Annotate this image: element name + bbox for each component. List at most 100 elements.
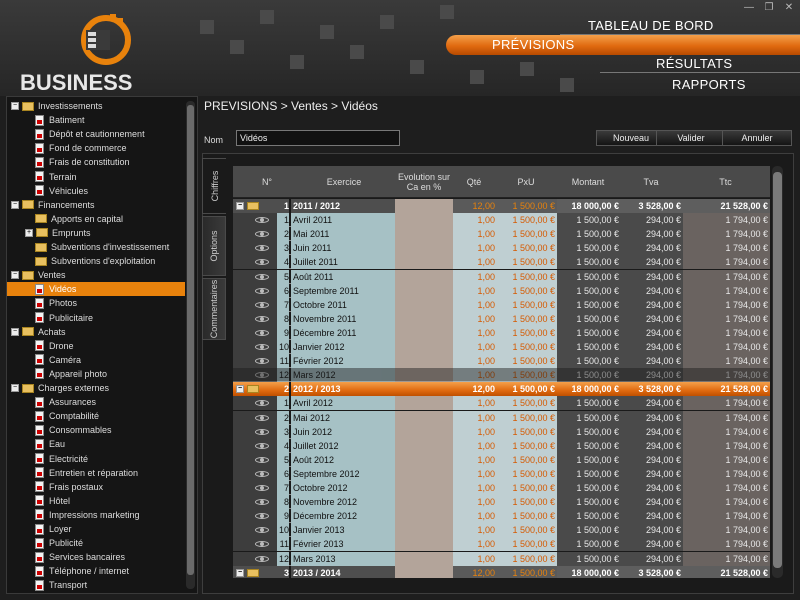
col-header-num[interactable]: N° — [247, 166, 287, 198]
tab-options[interactable]: Options — [202, 216, 226, 276]
grid-row[interactable]: 3 Juin 2011 1,00 1 500,00 €1 500,00 €294,00… — [233, 241, 770, 256]
grid-row[interactable]: 5 Août 2012 1,00 1 500,00 €1 500,00 €294,00… — [233, 452, 770, 467]
cell-qte[interactable]: 1,00 — [453, 283, 497, 298]
cell-tva[interactable]: 294,00 € — [621, 227, 683, 242]
cell-ttc[interactable]: 1 794,00 € — [683, 537, 770, 552]
collapse-icon[interactable]: − — [11, 271, 19, 280]
cell-tva[interactable]: 294,00 € — [621, 523, 683, 538]
cell-qte[interactable]: 1,00 — [453, 340, 497, 354]
sidebar-item[interactable]: Transport — [7, 578, 185, 592]
cell-mont[interactable]: 1 500,00 € — [557, 438, 621, 453]
col-header-montant[interactable]: Montant — [557, 166, 621, 198]
sidebar-item[interactable]: − Charges externes — [7, 381, 185, 395]
cell-tva[interactable]: 3 528,00 € — [621, 382, 683, 397]
sidebar-item[interactable]: Hôtel — [7, 494, 185, 508]
close-icon[interactable]: ✕ — [782, 2, 796, 13]
cell-evolution[interactable] — [395, 297, 453, 312]
cell-ttc[interactable]: 1 794,00 € — [683, 340, 770, 354]
cell-ttc[interactable]: 1 794,00 € — [683, 227, 770, 242]
cell-ttc[interactable]: 1 794,00 € — [683, 424, 770, 439]
collapse-icon[interactable]: − — [236, 568, 244, 577]
cell-pxu[interactable]: 1 500,00 € — [497, 311, 557, 326]
sidebar-item[interactable]: Impressions marketing — [7, 508, 185, 522]
cell-mont[interactable]: 1 500,00 € — [557, 227, 621, 242]
grid-row[interactable]: 11 Février 2013 1,00 1 500,00 €1 500,00 €29… — [233, 537, 770, 552]
cell-ex[interactable]: Mars 2012 — [291, 368, 395, 383]
cell-qte[interactable]: 1,00 — [453, 368, 497, 383]
col-header-exercice[interactable]: Exercice — [291, 166, 395, 198]
cell-tva[interactable]: 294,00 € — [621, 509, 683, 524]
grid-group-row[interactable]: − 2 2012 / 2013 12,00 1 500,00 €18 000,00 €3… — [233, 382, 770, 397]
collapse-icon[interactable]: − — [236, 202, 244, 210]
cell-ttc[interactable]: 21 528,00 € — [683, 382, 770, 397]
cell-num[interactable]: 5 — [277, 269, 289, 284]
cell-mont[interactable]: 1 500,00 € — [557, 311, 621, 326]
cell-qte[interactable]: 12,00 — [453, 199, 497, 213]
cell-num[interactable]: 11 — [277, 537, 289, 552]
collapse-icon[interactable]: − — [11, 102, 19, 110]
sidebar-item[interactable]: Services bancaires — [7, 550, 185, 564]
sidebar-item[interactable]: Loyer — [7, 522, 185, 536]
cell-qte[interactable]: 1,00 — [453, 213, 497, 228]
cell-num[interactable]: 10 — [277, 523, 289, 538]
eye-icon[interactable] — [255, 259, 269, 266]
grid-row[interactable]: 10 Janvier 2013 1,00 1 500,00 €1 500,00 €29… — [233, 523, 770, 538]
cell-ttc[interactable]: 1 794,00 € — [683, 452, 770, 467]
cell-ttc[interactable]: 21 528,00 € — [683, 199, 770, 213]
col-header-qte[interactable]: Qté — [453, 166, 497, 198]
cell-tva[interactable]: 294,00 € — [621, 410, 683, 425]
nom-input[interactable] — [236, 130, 400, 146]
cell-pxu[interactable]: 1 500,00 € — [497, 325, 557, 340]
eye-icon[interactable] — [255, 231, 269, 238]
cell-qte[interactable]: 12,00 — [453, 565, 497, 578]
cell-ttc[interactable]: 1 794,00 € — [683, 297, 770, 312]
grid-group-row[interactable]: − 1 2011 / 2012 12,00 1 500,00 €18 000,00 €3… — [233, 199, 770, 213]
cell-qte[interactable]: 1,00 — [453, 396, 497, 411]
cell-pxu[interactable]: 1 500,00 € — [497, 199, 557, 213]
grid-row[interactable]: 7 Octobre 2012 1,00 1 500,00 €1 500,00 €294… — [233, 481, 770, 495]
cell-qte[interactable]: 1,00 — [453, 537, 497, 552]
cell-ex[interactable]: Juin 2012 — [291, 424, 395, 439]
sidebar-item[interactable]: Drone — [7, 339, 185, 353]
cell-num[interactable]: 6 — [277, 466, 289, 481]
cell-tva[interactable]: 294,00 € — [621, 438, 683, 453]
cell-ttc[interactable]: 1 794,00 € — [683, 213, 770, 228]
cell-pxu[interactable]: 1 500,00 € — [497, 424, 557, 439]
col-header-ttc[interactable]: Ttc — [683, 166, 770, 198]
cell-tva[interactable]: 294,00 € — [621, 424, 683, 439]
cell-tva[interactable]: 294,00 € — [621, 396, 683, 411]
eye-icon[interactable] — [255, 485, 269, 491]
eye-icon[interactable] — [255, 555, 269, 562]
cell-ex[interactable]: Avril 2011 — [291, 213, 395, 228]
cell-evolution[interactable] — [395, 509, 453, 524]
cell-ttc[interactable]: 1 794,00 € — [683, 551, 770, 566]
sidebar-item[interactable]: − Achats — [7, 325, 185, 339]
cell-num[interactable]: 1 — [277, 396, 289, 411]
cell-evolution[interactable] — [395, 410, 453, 425]
cell-tva[interactable]: 294,00 € — [621, 537, 683, 552]
cell-pxu[interactable]: 1 500,00 € — [497, 452, 557, 467]
eye-icon[interactable] — [255, 329, 269, 336]
cell-ex[interactable]: Septembre 2011 — [291, 283, 395, 298]
minimize-icon[interactable]: — — [742, 2, 756, 13]
col-header-tva[interactable]: Tva — [621, 166, 683, 198]
sidebar-item[interactable]: Subventions d'investissement — [7, 240, 185, 254]
cell-mont[interactable]: 1 500,00 € — [557, 509, 621, 524]
cell-ttc[interactable]: 1 794,00 € — [683, 523, 770, 538]
cell-evolution[interactable] — [395, 199, 453, 213]
cell-ttc[interactable]: 1 794,00 € — [683, 354, 770, 369]
cell-mont[interactable]: 1 500,00 € — [557, 481, 621, 495]
sidebar-item[interactable]: − Ventes — [7, 268, 185, 282]
cell-evolution[interactable] — [395, 396, 453, 411]
sidebar-item[interactable]: Electricité — [7, 452, 185, 466]
cell-evolution[interactable] — [395, 481, 453, 495]
eye-icon[interactable] — [255, 442, 269, 449]
cell-ttc[interactable]: 1 794,00 € — [683, 495, 770, 510]
cell-mont[interactable]: 1 500,00 € — [557, 495, 621, 510]
cell-ttc[interactable]: 1 794,00 € — [683, 311, 770, 326]
cell-ex[interactable]: Janvier 2013 — [291, 523, 395, 538]
grid-row[interactable]: 8 Novembre 2011 1,00 1 500,00 €1 500,00 €29… — [233, 311, 770, 326]
cell-num[interactable]: 1 — [277, 199, 289, 213]
cell-pxu[interactable]: 1 500,00 € — [497, 297, 557, 312]
cell-ex[interactable]: 2011 / 2012 — [291, 199, 395, 213]
